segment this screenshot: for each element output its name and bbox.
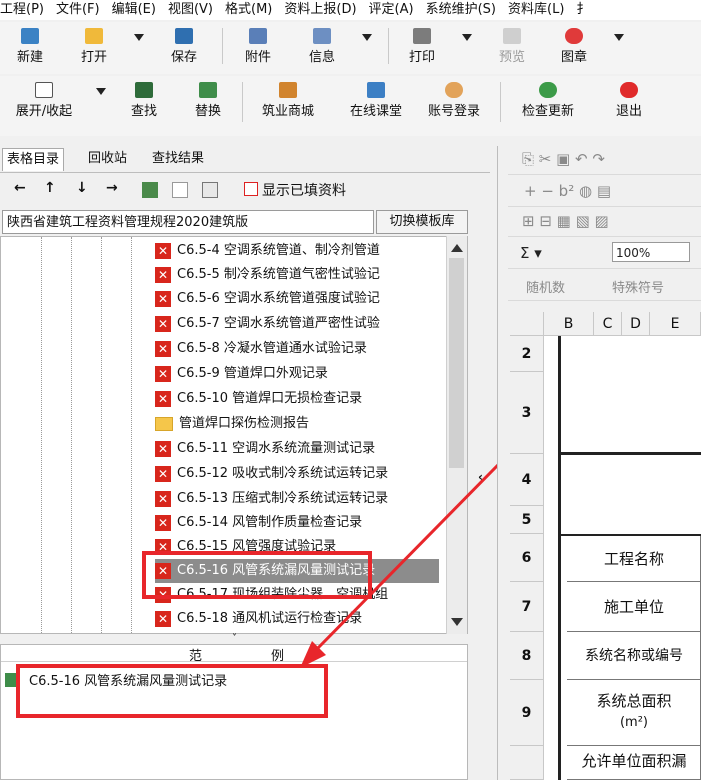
label-construction-unit[interactable]: 施工单位 [567, 582, 701, 632]
row-header-4[interactable]: 4 [510, 454, 544, 506]
col-header-e[interactable]: E [650, 312, 701, 336]
format-toolbar-3: ⊞ ⊟ ▦ ▧ ▨ [508, 208, 701, 237]
label-allowed-leak[interactable]: 允许单位面积漏 [567, 746, 701, 780]
row-header-2[interactable]: 2 [510, 336, 544, 372]
format-toolbar-4: Σ ▾ 100% [508, 240, 701, 269]
row-header-10[interactable] [510, 746, 544, 780]
label-project-name[interactable]: 工程名称 [567, 536, 701, 582]
row-header-7[interactable]: 7 [510, 582, 544, 632]
table-top-border [558, 452, 701, 455]
random-number-button[interactable]: 随机数 [526, 277, 565, 296]
special-symbol-button[interactable]: 特殊符号 [612, 277, 664, 296]
corner-cell [510, 312, 544, 336]
row-header-6[interactable]: 6 [510, 534, 544, 582]
row-header-5[interactable]: 5 [510, 506, 544, 534]
format-toolbar-2: + − b² ◍ ▤ [508, 178, 701, 207]
label-system-name[interactable]: 系统名称或编号 [567, 632, 701, 680]
row-header-8[interactable]: 8 [510, 632, 544, 680]
col-header-b[interactable]: B [544, 312, 594, 336]
format-toolbar-1: ⎘ ✂ ▣ ↶ ↷ [508, 146, 701, 175]
table-left-border [558, 336, 561, 780]
label-system-area[interactable]: 系统总面积 (m²) [567, 680, 701, 746]
spreadsheet-grid: B C D E 2 3 4 5 6 7 8 9 工程名称 施工单位 系统名称或编… [510, 312, 701, 780]
row-header-3[interactable]: 3 [510, 372, 544, 454]
row-header-9[interactable]: 9 [510, 680, 544, 746]
col-header-d[interactable]: D [622, 312, 650, 336]
col-header-c[interactable]: C [594, 312, 622, 336]
format-toolbar-5: 随机数 特殊符号 [508, 272, 701, 301]
collapse-left-icon[interactable]: ‹ [478, 470, 488, 490]
zoom-select[interactable]: 100% [612, 242, 690, 262]
